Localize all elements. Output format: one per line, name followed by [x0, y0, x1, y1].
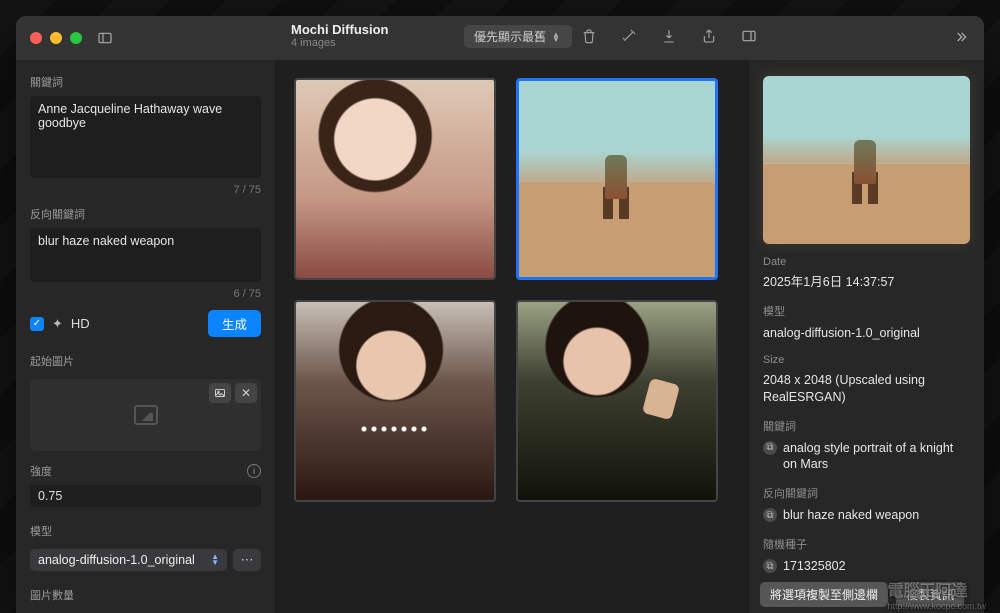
hd-checkbox[interactable]: ✓ [30, 317, 44, 331]
chevrons-right-icon[interactable] [952, 29, 970, 48]
save-icon[interactable] [656, 25, 682, 47]
meta-date-value: 2025年1月6日 14:37:57 [763, 274, 970, 291]
prompt-label: 關鍵詞 [30, 74, 261, 90]
gallery-thumb-selected[interactable] [516, 78, 718, 280]
copy-icon[interactable]: ⧉ [763, 508, 777, 522]
app-title: Mochi Diffusion [291, 22, 389, 37]
titlebar: Mochi Diffusion 4 images 優先顯示最舊 ▲▼ [16, 16, 984, 60]
app-window: Mochi Diffusion 4 images 優先顯示最舊 ▲▼ 關鍵詞 7… [16, 16, 984, 613]
watermark: 電腦王阿達 http://www.kocpc.com.tw [887, 577, 986, 611]
meta-seed-label: 隨機種子 [763, 536, 970, 552]
meta-neg-label: 反向關鍵詞 [763, 485, 970, 501]
traffic-lights [30, 32, 82, 44]
share-icon[interactable] [696, 25, 722, 47]
meta-date-label: Date [763, 256, 970, 268]
gallery [276, 60, 748, 613]
prompt-input[interactable] [30, 96, 261, 178]
image-placeholder-icon [134, 405, 158, 425]
image-count: 4 images [291, 37, 389, 49]
inspector: Date 2025年1月6日 14:37:57 模型 analog-diffus… [748, 60, 984, 613]
meta-prompt-label: 關鍵詞 [763, 418, 970, 434]
window-title: Mochi Diffusion 4 images [291, 22, 389, 49]
choose-image-button[interactable] [209, 383, 231, 403]
copy-icon[interactable]: ⧉ [763, 559, 777, 573]
copy-icon[interactable]: ⧉ [763, 441, 777, 455]
sort-label: 優先顯示最舊 [474, 28, 546, 45]
sidebar: 關鍵詞 7 / 75 反向關鍵詞 6 / 75 ✓ ✦ HD 生成 起始圖片 ✕ [16, 60, 276, 613]
meta-size-value: 2048 x 2048 (Upscaled using RealESRGAN) [763, 372, 970, 406]
chevron-updown-icon: ▲▼ [211, 554, 219, 566]
model-label: 模型 [30, 523, 261, 539]
meta-model-value: analog-diffusion-1.0_original [763, 325, 970, 342]
inspector-toggle-icon[interactable] [736, 25, 762, 47]
neg-prompt-label: 反向關鍵詞 [30, 206, 261, 222]
copy-to-sidebar-button[interactable]: 將選項複製至側邊欄 [760, 582, 888, 607]
chevron-updown-icon: ▲▼ [552, 32, 562, 42]
strength-label: 強度 [30, 463, 52, 479]
gallery-thumb[interactable] [294, 78, 496, 280]
strength-value[interactable]: 0.75 [30, 485, 261, 507]
model-more-button[interactable]: ⋯ [233, 549, 261, 571]
neg-prompt-input[interactable] [30, 228, 261, 282]
sidebar-toggle-icon[interactable] [92, 27, 118, 49]
info-icon[interactable]: i [247, 464, 261, 478]
generate-button[interactable]: 生成 [208, 310, 261, 337]
close-button[interactable] [30, 32, 42, 44]
sparkle-icon: ✦ [52, 316, 63, 332]
maximize-button[interactable] [70, 32, 82, 44]
prompt-count: 7 / 75 [30, 184, 261, 196]
minimize-button[interactable] [50, 32, 62, 44]
hd-label: HD [71, 316, 90, 331]
gallery-thumb[interactable] [294, 300, 496, 502]
sort-dropdown[interactable]: 優先顯示最舊 ▲▼ [464, 25, 572, 48]
image-count-label: 圖片數量 [30, 587, 261, 603]
model-select-value: analog-diffusion-1.0_original [38, 553, 195, 567]
clear-image-button[interactable]: ✕ [235, 383, 257, 403]
meta-model-label: 模型 [763, 303, 970, 319]
init-image-label: 起始圖片 [30, 353, 261, 369]
trash-icon[interactable] [576, 25, 602, 47]
inspector-preview[interactable] [763, 76, 970, 244]
meta-neg-value: blur haze naked weapon [783, 507, 919, 524]
model-select[interactable]: analog-diffusion-1.0_original ▲▼ [30, 549, 227, 571]
wand-icon[interactable] [616, 25, 642, 47]
gallery-thumb[interactable] [516, 300, 718, 502]
meta-size-label: Size [763, 354, 970, 366]
neg-prompt-count: 6 / 75 [30, 288, 261, 300]
init-image-slot[interactable]: ✕ [30, 379, 261, 451]
meta-seed-value: 171325802 [783, 558, 846, 575]
meta-prompt-value: analog style portrait of a knight on Mar… [783, 440, 970, 474]
